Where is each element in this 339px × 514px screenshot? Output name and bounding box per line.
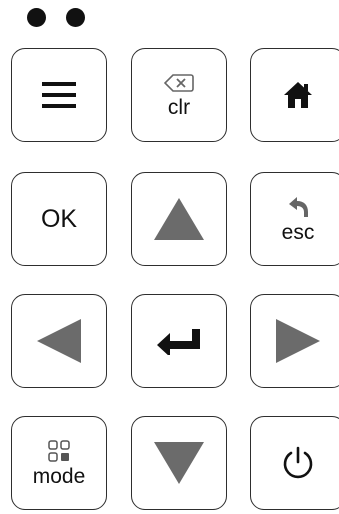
ok-button[interactable]: OK xyxy=(11,172,107,266)
left-button[interactable] xyxy=(11,294,107,388)
home-icon xyxy=(284,82,312,108)
escape-label: esc xyxy=(281,220,315,244)
backspace-icon xyxy=(164,73,194,92)
remote-keypad: clr OK esc mode xyxy=(0,0,339,514)
mode-label: mode xyxy=(32,464,86,488)
back-arrow-icon xyxy=(289,196,308,217)
power-icon xyxy=(283,446,313,479)
home-button[interactable] xyxy=(250,48,339,142)
escape-button[interactable]: esc xyxy=(250,172,339,266)
mode-button[interactable]: mode xyxy=(11,416,107,510)
triangle-right-icon xyxy=(276,319,320,363)
up-button[interactable] xyxy=(131,172,227,266)
triangle-down-icon xyxy=(154,442,204,484)
grid-squares-icon xyxy=(48,439,70,462)
enter-button[interactable] xyxy=(131,294,227,388)
power-button[interactable] xyxy=(250,416,339,510)
hamburger-menu-icon xyxy=(42,82,76,108)
clear-label: clr xyxy=(167,95,191,119)
triangle-up-icon xyxy=(154,198,204,240)
ok-label: OK xyxy=(40,204,78,233)
triangle-left-icon xyxy=(37,319,81,363)
enter-arrow-icon xyxy=(157,329,200,355)
right-button[interactable] xyxy=(250,294,339,388)
clear-button[interactable]: clr xyxy=(131,48,227,142)
down-button[interactable] xyxy=(131,416,227,510)
menu-button[interactable] xyxy=(11,48,107,142)
